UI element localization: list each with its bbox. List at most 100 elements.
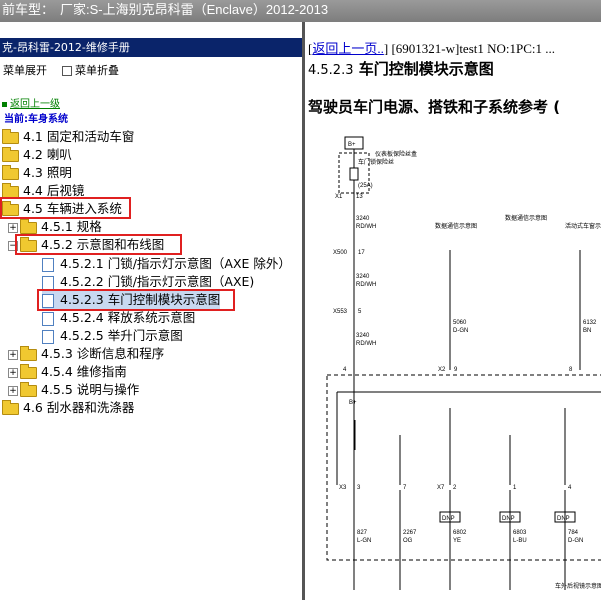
wire-6803: 6803 [513,530,527,536]
wire-color-c: RD/WH [356,341,376,347]
section-number: 4.5.2.3 [308,63,354,78]
pin-4b-label: 4 [568,485,572,491]
dnp-label-1: DNP [442,516,455,522]
wire-6802: 6802 [453,530,467,536]
wire-color-b: RD/WH [356,282,376,288]
tree-item-4-1[interactable]: 4.1 固定和活动车窗 [2,128,134,146]
wire-color-784: D-GN [568,538,583,544]
wire-color-5060: D-GN [453,328,468,334]
wire-6132: 6132 [583,320,597,326]
collapse-minus-icon: − [8,240,18,251]
b-plus-inner-label: B+ [349,400,357,406]
wiring-diagram: B+ 仪表板保险丝盒 车门锁保险丝 (25A) X1 13 3240 RD/WH… [326,136,601,590]
pin-13-label: 13 [356,194,363,200]
section-title: 车门控制模块示意图 [358,60,494,78]
wire-color-6132: BN [583,328,591,334]
wire-color-827: L-GN [357,538,371,544]
tree-item-4-5[interactable]: 4.5 车辆进入系统 [2,200,122,218]
back-arrow-icon [2,101,7,107]
doc-id: ] [6901321-w]test1 NO:1PC:1 ... [383,41,556,56]
folder-icon [20,345,37,361]
tree-item-4-5-2[interactable]: −4.5.2 示意图和布线图 [8,236,164,254]
x1-pin4-label: 4 [343,367,347,373]
tree-item-4-5-2-3[interactable]: 4.5.2.3 车门控制模块示意图 [42,291,221,309]
folder-icon [2,399,19,415]
tree-item-4-5-4[interactable]: +4.5.4 维修指南 [8,363,127,381]
back-link[interactable]: 返回上一级 [2,95,60,110]
manual-title: 克-昂科雷-2012-维修手册 [0,38,302,57]
fuse-symbol [349,167,359,181]
document-icon [42,329,54,344]
x3-pin3-label: 3 [357,485,361,491]
folder-icon [20,363,37,379]
fuse-box-label: 仪表板保险丝盒 [375,150,417,158]
folder-open-icon [20,236,37,252]
wire-784: 784 [568,530,579,536]
folder-icon [2,128,19,144]
tree-item-4-6[interactable]: 4.6 刮水器和洗涤器 [2,399,134,417]
collapse-menu-button[interactable]: 菜单折叠 [62,62,119,78]
tree-item-4-4[interactable]: 4.4 后视镜 [2,182,84,200]
back-page-link[interactable]: 返回上一页.. [312,41,384,56]
tree-item-4-5-2-4[interactable]: 4.5.2.4 释放系统示意图 [42,309,195,327]
title-prefix: 前车型： [2,2,55,17]
pin-8-label: 8 [569,367,573,373]
b-plus-label: B+ [348,142,356,148]
tree-item-4-5-1[interactable]: +4.5.1 规格 [8,218,102,236]
connector-x500-label: X500 [333,250,348,256]
window-title-bar: 前车型： 厂家:S-上海别克昂科雷（Enclave）2012-2013 [0,0,601,22]
x7-pin2-label: 2 [453,485,457,491]
document-icon [42,275,54,290]
tree-item-4-3[interactable]: 4.3 照明 [2,164,72,182]
expand-label: 菜单展开 [3,64,47,77]
pin-17-label: 17 [358,250,365,256]
expand-menu-button[interactable]: 菜单展开 [3,62,47,78]
wire-3240-c: 3240 [356,333,370,339]
expand-plus-icon: + [8,385,18,396]
tree-item-4-5-3[interactable]: +4.5.3 诊断信息和程序 [8,345,164,363]
tree-item-4-5-2-1[interactable]: 4.5.2.1 门锁/指示灯示意图（AXE 除外） [42,255,291,273]
wire-color-2267: OG [403,538,413,544]
x3-label: X3 [339,485,347,491]
x2-label: X2 [438,367,446,373]
current-location: 当前:车身系统 [4,114,68,125]
wire-color-6803: L-BU [513,538,527,544]
tree-item-4-5-5[interactable]: +4.5.5 说明与操作 [8,381,139,399]
connector-x1-label: X1 [335,194,343,200]
tree-item-4-2[interactable]: 4.2 喇叭 [2,146,72,164]
fuse-name-label: 车门锁保险丝 [358,158,394,166]
x7-label: X7 [437,485,445,491]
left-navigation-pane: 克-昂科雷-2012-维修手册 菜单展开 菜单折叠 返回上一级 当前:车身系统 … [0,38,302,600]
section-subtitle: 驾驶员车门电源、搭铁和子系统参考 ( [308,98,561,116]
x3-pin7-label: 7 [403,485,407,491]
dnp-label-2: DNP [502,516,515,522]
folder-icon [20,218,37,234]
fuse-rating-label: (25A) [358,183,373,189]
expand-plus-icon: + [8,367,18,378]
folder-icon [2,182,19,198]
wire-5060: 5060 [453,320,467,326]
folder-icon [2,146,19,162]
folder-icon [2,164,19,180]
x2-pin9-label: 9 [454,367,458,373]
folder-open-icon [2,200,19,216]
expand-plus-icon: + [8,222,18,233]
tree-item-4-5-2-2[interactable]: 4.5.2.2 门锁/指示灯示意图（AXE) [42,273,254,291]
x7-pin1-label: 1 [513,485,517,491]
dnp-label-3: DNP [557,516,570,522]
pin-5-label: 5 [358,309,362,315]
wire-3240-a: 3240 [356,216,370,222]
doc-header-line: [返回上一页..] [6901321-w]test1 NO:1PC:1 ... [308,41,556,56]
expand-plus-icon: + [8,349,18,360]
document-pane: [返回上一页..] [6901321-w]test1 NO:1PC:1 ... … [305,36,601,600]
wire-827: 827 [357,530,368,536]
title-vendor: 厂家:S-上海别克昂科雷（Enclave）2012-2013 [60,2,329,17]
document-icon [42,293,54,308]
active-window-label: 活动式车窗示意图 [565,222,601,230]
wire-color-a: RD/WH [356,224,376,230]
data-comm2-label: 数据通信示意图 [505,214,547,222]
wire-2267: 2267 [403,530,417,536]
tree-item-4-5-2-5[interactable]: 4.5.2.5 举升门示意图 [42,327,183,345]
document-icon [42,257,54,272]
connector-x553-label: X553 [333,309,348,315]
